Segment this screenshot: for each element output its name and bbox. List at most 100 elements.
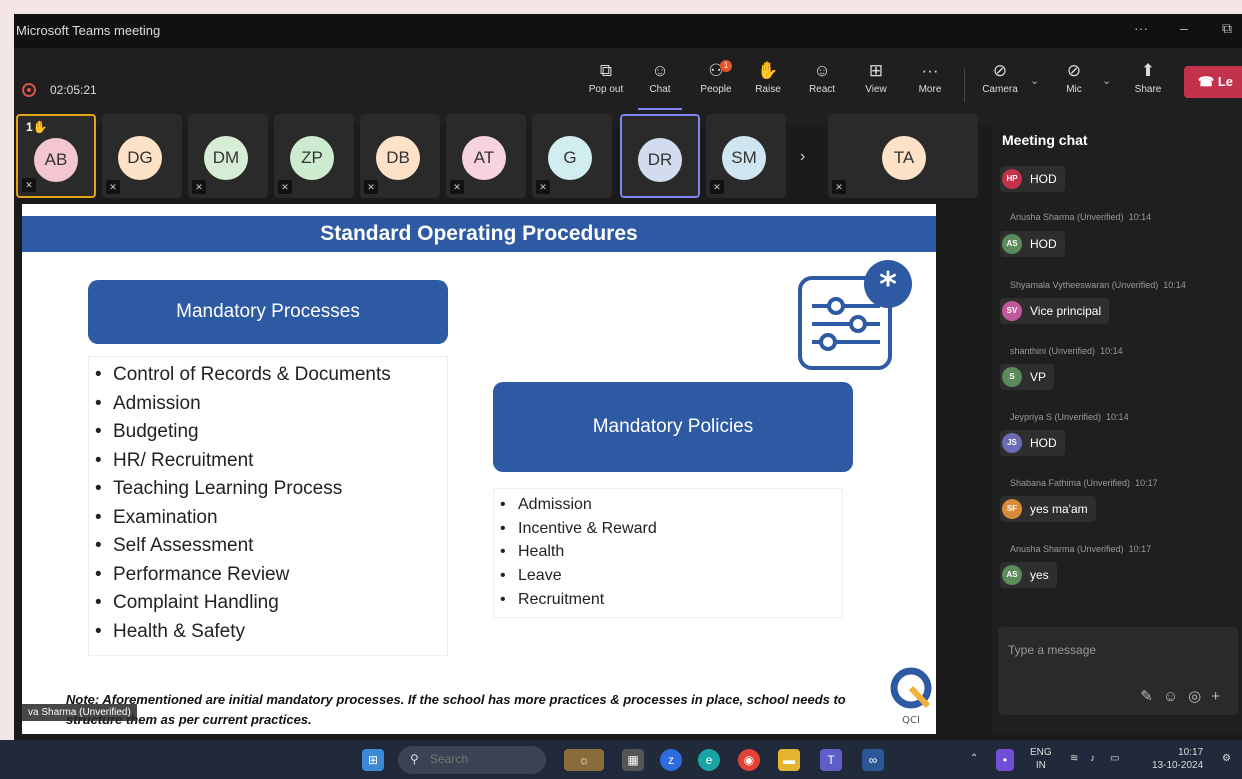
mic-muted-icon: ✕: [832, 180, 846, 194]
chat-message: SF yes ma'am: [1000, 496, 1096, 522]
react-button[interactable]: ☺ React: [800, 58, 844, 110]
clock-date: 13-10-2024: [1152, 760, 1204, 771]
policies-list: Admission Incentive & Reward Health Leav…: [493, 488, 843, 618]
processes-heading: Mandatory Processes: [88, 280, 448, 344]
presenter-name-tag: va Sharma (Unverified): [22, 704, 137, 721]
wifi-icon[interactable]: ≋: [1070, 752, 1078, 765]
leave-button[interactable]: ☎ Le: [1184, 66, 1242, 98]
message-meta: Anusha Sharma (Unverified) 10:14: [1010, 212, 1152, 222]
mic-muted-icon: ✕: [710, 180, 724, 194]
avatar: DR: [638, 138, 682, 182]
participant-tile[interactable]: ZP ✕: [274, 114, 354, 198]
mic-muted-icon: ✕: [22, 178, 36, 192]
taskbar-search[interactable]: ⚲: [398, 746, 546, 774]
meeting-timer: 02:05:21: [50, 83, 97, 97]
search-input[interactable]: [430, 752, 530, 766]
participant-tile[interactable]: DB ✕: [360, 114, 440, 198]
message-text: VP: [1030, 370, 1047, 384]
participant-tile[interactable]: DM ✕: [188, 114, 268, 198]
start-icon[interactable]: ⊞: [362, 749, 384, 771]
chevron-up-icon[interactable]: ⌃: [970, 752, 978, 765]
chat-message: HP HOD: [1000, 166, 1065, 192]
list-item: Performance Review: [89, 561, 447, 590]
mic-button[interactable]: ⊘ Mic: [1052, 58, 1096, 110]
zoom-icon[interactable]: z: [660, 749, 682, 771]
message-meta: Jeypriya S (Unverified) 10:14: [1010, 412, 1129, 422]
avatar: AB: [34, 138, 78, 182]
clock[interactable]: 10:17 13-10-2024: [1152, 746, 1203, 772]
search-icon: ⚲: [410, 752, 419, 766]
camera-label: Camera: [982, 84, 1018, 95]
list-item: Incentive & Reward: [494, 517, 842, 541]
view-label: View: [865, 84, 887, 95]
mic-tray-icon[interactable]: •: [996, 749, 1014, 771]
camera-chevron-icon[interactable]: ⌄: [1030, 74, 1039, 87]
chat-message: AS HOD: [1000, 231, 1065, 257]
message-compose-box[interactable]: Type a message ✎☺◎+: [998, 627, 1238, 715]
lang-bottom: IN: [1035, 760, 1046, 771]
loop-icon[interactable]: ◎: [1188, 688, 1211, 705]
widgets-icon[interactable]: ☼: [564, 749, 604, 771]
notification-icon[interactable]: ⚙: [1222, 752, 1231, 765]
list-item: Budgeting: [89, 418, 447, 447]
participant-strip: 1✋ AB ✕ DG ✕ DM ✕ ZP ✕ DB ✕ AT ✕ G ✕ DR: [14, 114, 992, 202]
popout-button[interactable]: ⧉ Pop out: [584, 58, 628, 110]
message-text: Vice principal: [1030, 304, 1102, 318]
message-text: yes ma'am: [1030, 502, 1088, 516]
teams-window: Microsoft Teams meeting ··· – ⧉ 02:05:21…: [14, 14, 1242, 740]
compose-placeholder[interactable]: Type a message: [1008, 643, 1096, 657]
camera-button[interactable]: ⊘ Camera: [978, 58, 1022, 110]
participant-tile[interactable]: DR: [620, 114, 700, 198]
speaker-icon[interactable]: ♪: [1090, 752, 1095, 765]
chevron-right-icon[interactable]: ›: [800, 148, 805, 166]
chat-message: JS HOD: [1000, 430, 1065, 456]
qci-logo: QCI: [888, 666, 934, 726]
chat-title: Meeting chat: [1002, 132, 1088, 148]
raised-hand-icon: 1✋: [26, 120, 48, 134]
teams-icon[interactable]: T: [820, 749, 842, 771]
avatar: SV: [1002, 301, 1022, 321]
edge-icon[interactable]: e: [698, 749, 720, 771]
participant-tile[interactable]: TA ✕: [828, 114, 978, 198]
chat-button[interactable]: ☺ Chat: [638, 58, 682, 110]
more-label: More: [918, 84, 942, 95]
app-icon[interactable]: ∞: [862, 749, 884, 771]
participant-tile[interactable]: G ✕: [532, 114, 612, 198]
raise-hand-button[interactable]: ✋ Raise: [746, 58, 790, 110]
window-more-button[interactable]: ···: [1134, 20, 1148, 36]
participant-tile[interactable]: DG ✕: [102, 114, 182, 198]
policies-heading: Mandatory Policies: [493, 382, 853, 472]
more-button[interactable]: ··· More: [908, 58, 952, 110]
list-item: Self Assessment: [89, 532, 447, 561]
avatar: SF: [1002, 499, 1022, 519]
emoji-icon[interactable]: ☺: [1163, 688, 1188, 705]
share-button[interactable]: ⬆ Share: [1126, 58, 1170, 110]
participant-tile[interactable]: 1✋ AB ✕: [16, 114, 96, 198]
message-text: HOD: [1030, 237, 1057, 251]
restore-button[interactable]: ⧉: [1222, 20, 1232, 37]
task-view-icon[interactable]: ▦: [622, 749, 644, 771]
file-explorer-icon[interactable]: ▬: [778, 749, 800, 771]
participant-tile[interactable]: SM ✕: [706, 114, 786, 198]
shared-slide: Standard Operating Procedures Mandatory …: [22, 204, 936, 734]
language-indicator[interactable]: ENG IN: [1030, 746, 1052, 772]
mic-muted-icon: ✕: [278, 180, 292, 194]
raise-hand-icon: ✋: [757, 61, 779, 80]
mic-chevron-icon[interactable]: ⌄: [1102, 74, 1111, 87]
minimize-button[interactable]: –: [1180, 20, 1188, 36]
title-bar: Microsoft Teams meeting ··· – ⧉: [14, 14, 1242, 48]
battery-icon[interactable]: ▭: [1110, 752, 1119, 765]
clock-time: 10:17: [1178, 747, 1204, 758]
avatar: AT: [462, 136, 506, 180]
phone-icon: ☎: [1198, 74, 1218, 89]
participant-tile[interactable]: AT ✕: [446, 114, 526, 198]
list-item: Control of Records & Documents: [89, 361, 447, 390]
people-icon: ⚇: [708, 61, 724, 80]
plus-icon[interactable]: +: [1211, 688, 1230, 705]
chrome-icon[interactable]: ◉: [738, 749, 760, 771]
slide-title: Standard Operating Procedures: [22, 216, 936, 252]
people-button[interactable]: ⚇ 1 People: [694, 58, 738, 110]
mic-label: Mic: [1066, 84, 1082, 95]
view-button[interactable]: ⊞ View: [854, 58, 898, 110]
format-icon[interactable]: ✎: [1140, 688, 1163, 705]
